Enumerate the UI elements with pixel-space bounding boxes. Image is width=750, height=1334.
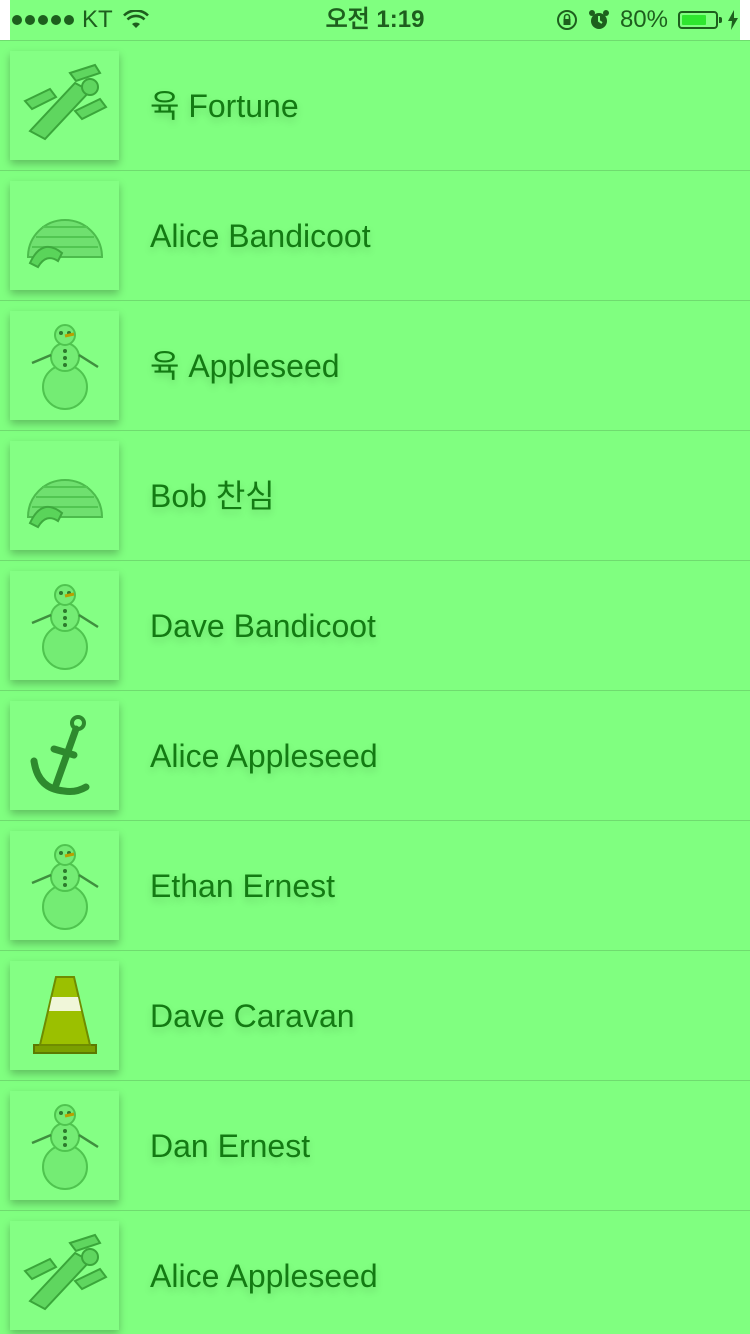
contact-name: Bob 찬심 [150,478,275,514]
status-bar: KT 오전 1:19 80% [0,0,750,40]
anchor-icon [10,701,119,810]
contact-row[interactable]: Dave Caravan [0,950,750,1080]
snowman-icon [10,311,119,420]
status-bar-right: 80% [556,0,738,40]
app-screen: KT 오전 1:19 80% 육 Fortune Alice Bandicoot… [0,0,750,1334]
contact-name: Dave Bandicoot [150,608,376,644]
contact-row[interactable]: Alice Appleseed [0,1210,750,1334]
igloo-icon [10,181,119,290]
contact-name: Alice Appleseed [150,1258,378,1294]
contact-name: Ethan Ernest [150,868,335,904]
contact-name: Alice Appleseed [150,738,378,774]
igloo-icon [10,441,119,550]
contact-row[interactable]: Dan Ernest [0,1080,750,1210]
contact-list[interactable]: 육 Fortune Alice Bandicoot 육 Appleseed Bo… [0,40,750,1334]
xwing-icon [10,51,119,160]
contact-row[interactable]: Ethan Ernest [0,820,750,950]
battery-percentage: 80% [619,6,668,33]
contact-row[interactable]: Dave Bandicoot [0,560,750,690]
traffic-cone-icon [10,961,119,1070]
contact-name: 육 Appleseed [150,348,340,384]
contact-name: 육 Fortune [150,88,299,124]
snowman-icon [10,1091,119,1200]
contact-row[interactable]: Alice Appleseed [0,690,750,820]
contact-name: Alice Bandicoot [150,218,371,254]
snowman-icon [10,831,119,940]
battery-icon [678,11,722,29]
contact-row[interactable]: Bob 찬심 [0,430,750,560]
xwing-icon [10,1221,119,1330]
contact-name: Dave Caravan [150,998,355,1034]
contact-row[interactable]: 육 Appleseed [0,300,750,430]
contact-name: Dan Ernest [150,1128,311,1164]
alarm-icon [588,10,609,29]
orientation-lock-icon [556,10,577,30]
battery-level [682,15,706,25]
contact-row[interactable]: Alice Bandicoot [0,170,750,300]
charging-bolt-icon [728,10,738,30]
snowman-icon [10,571,119,680]
contact-row[interactable]: 육 Fortune [0,40,750,170]
